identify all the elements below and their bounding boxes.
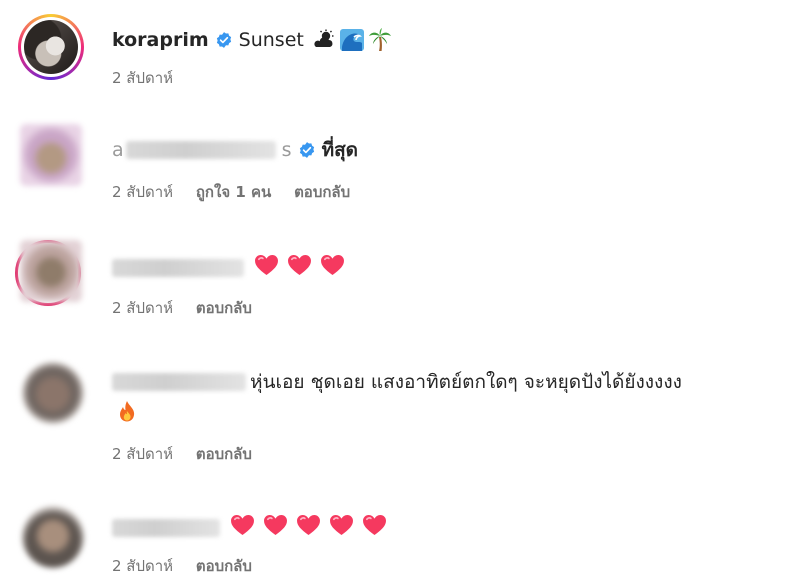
comment-header: a s ที่สุด [112,138,358,162]
reply-button[interactable]: ตอบกลับ [294,183,350,201]
comment-meta: 2 สัปดาห์ ตอบกลับ [112,298,270,318]
hearts-row [230,514,395,542]
timestamp: 2 สัปดาห์ [112,69,174,87]
username-redacted [112,373,246,391]
timestamp: 2 สัปดาห์ [112,557,174,575]
comment-meta: 2 สัปดาห์ ตอบกลับ [112,556,270,576]
comment-meta: 2 สัปดาห์ [112,68,191,88]
comment-header: หุ่นเอย ชุดเอย แสงอาทิตย์ตกใดๆ จะหยุดปัง… [112,370,682,394]
heart-emoji-icon [363,514,386,536]
heart-emoji-icon [264,514,287,536]
comment-item: หุ่นเอย ชุดเอย แสงอาทิตย์ตกใดๆ จะหยุดปัง… [0,358,800,478]
reply-button[interactable]: ตอบกลับ [196,299,252,317]
comment-header: koraprim Sunset [112,28,392,52]
comment-item: koraprim Sunset 2 สัปดาห์ [0,0,800,110]
wave-emoji-icon [339,29,364,51]
avatar[interactable] [18,14,84,80]
comment-meta: 2 สัปดาห์ ถูกใจ 1 คน ตอบกลับ [112,182,368,202]
hearts-row [254,254,353,282]
reply-button[interactable]: ตอบกลับ [196,445,252,463]
comment-text: Sunset [238,29,304,51]
comment-header [112,514,395,542]
avatar[interactable] [22,506,84,568]
reply-button[interactable]: ตอบกลับ [196,557,252,575]
comment-item: 2 สัปดาห์ ตอบกลับ [0,238,800,338]
heart-emoji-icon [330,514,353,536]
fire-emoji-icon [120,401,135,422]
comment-meta: 2 สัปดาห์ ตอบกลับ [112,444,270,464]
username-tail: s [281,139,292,161]
comment-text: ที่สุด [321,139,359,161]
avatar[interactable] [20,124,82,186]
cloud-sun-emoji-icon [314,29,334,47]
heart-emoji-icon [231,514,254,536]
heart-emoji-icon [321,254,344,276]
avatar-photo [24,20,78,74]
comment-text: หุ่นเอย ชุดเอย แสงอาทิตย์ตกใดๆ จะหยุดปัง… [250,371,682,393]
comment-item: 2 สัปดาห์ ตอบกลับ [0,498,800,588]
avatar[interactable] [20,240,82,302]
verified-badge-icon [299,142,314,158]
heart-emoji-icon [255,254,278,276]
timestamp: 2 สัปดาห์ [112,299,174,317]
avatar[interactable] [22,362,84,424]
comment-item: a s ที่สุด 2 สัปดาห์ ถูกใจ 1 คน ตอบกลับ [0,120,800,230]
timestamp: 2 สัปดาห์ [112,445,174,463]
palm-tree-emoji-icon [368,28,391,51]
username[interactable]: koraprim [112,28,209,52]
username-redacted [125,141,276,159]
verified-badge-icon [216,32,231,48]
username-redacted [112,259,244,277]
heart-emoji-icon [297,514,320,536]
timestamp: 2 สัปดาห์ [112,183,174,201]
heart-emoji-icon [288,254,311,276]
username-redacted [112,519,220,537]
comment-header [112,254,353,282]
username[interactable]: a [112,138,124,162]
likes-count[interactable]: ถูกใจ 1 คน [196,183,271,201]
